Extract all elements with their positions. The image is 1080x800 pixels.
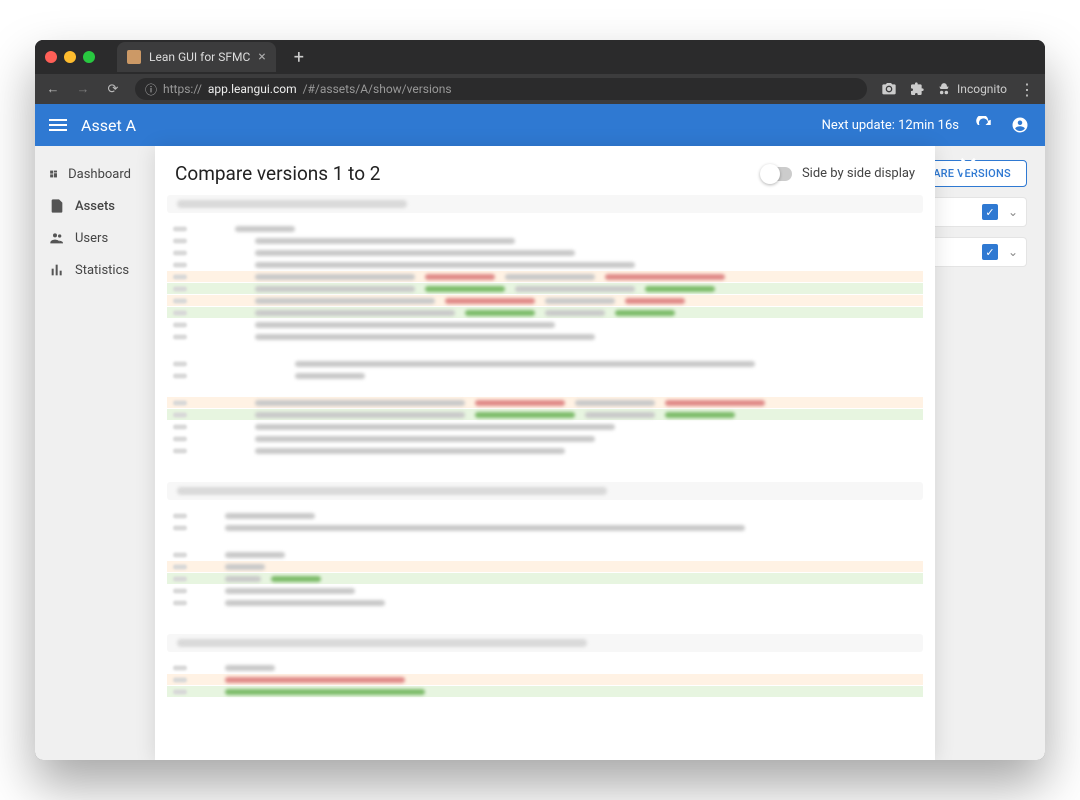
diff-lines [167,223,923,456]
account-icon[interactable] [1009,114,1031,136]
sidebar-item-assets[interactable]: Assets [35,190,145,222]
app-content: Dashboard Assets Users Statistics ARE VE… [35,146,1045,760]
browser-window: Lean GUI for SFMC × + ← → ⟳ ⓘ https:// ap… [35,40,1045,760]
diff-line [167,319,923,330]
close-icon[interactable]: ✕ [957,152,979,182]
secure-icon: ⓘ [145,81,157,98]
diff-line [167,247,923,258]
sidebar-item-users[interactable]: Users [35,222,145,254]
diff-line [167,370,923,381]
diff-line [167,235,923,246]
browser-tabstrip: Lean GUI for SFMC × + [35,40,1045,74]
address-bar[interactable]: ⓘ https:// app.leangui.com /#/assets/A/sho… [135,78,867,100]
url-scheme: https:// [163,82,202,96]
modal-header: Compare versions 1 to 2 Side by side dis… [155,146,935,195]
url-host: app.leangui.com [208,82,297,96]
diff-line [167,421,923,432]
tab-title: Lean GUI for SFMC [149,50,250,64]
diff-hunk-header [167,634,923,652]
diff-line-added [167,686,923,697]
page-title: Asset A [81,116,136,135]
diff-line [167,522,923,533]
diff-line [167,433,923,444]
diff-line [167,585,923,596]
diff-line [167,549,923,560]
diff-line [167,662,923,673]
diff-line [167,223,923,234]
diff-line-added [167,283,923,294]
browser-menu-icon[interactable]: ⋮ [1019,80,1035,99]
sidebar-item-dashboard[interactable]: Dashboard [35,158,145,190]
tab-favicon [127,50,141,64]
close-window-dot[interactable] [45,51,57,63]
refresh-button[interactable] [973,114,995,136]
toggle-label: Side by side display [802,166,915,181]
minimize-window-dot[interactable] [64,51,76,63]
diff-line-added [167,409,923,420]
chevron-down-icon[interactable]: ⌄ [1008,205,1018,219]
browser-tab[interactable]: Lean GUI for SFMC × [117,42,276,72]
diff-lines [167,510,923,608]
maximize-window-dot[interactable] [83,51,95,63]
diff-line [167,259,923,270]
diff-hunk-header [167,482,923,500]
checkbox-checked[interactable]: ✓ [982,204,998,220]
diff-line-removed [167,295,923,306]
checkbox-checked[interactable]: ✓ [982,244,998,260]
incognito-indicator[interactable]: Incognito [937,82,1007,96]
extensions-icon[interactable] [909,81,925,97]
compare-versions-modal: ✕ Compare versions 1 to 2 Side by side d… [155,146,935,760]
diff-body [155,195,935,760]
sidebar-item-statistics[interactable]: Statistics [35,254,145,286]
new-tab-button[interactable]: + [288,47,310,68]
browser-right-controls: Incognito ⋮ [881,80,1035,99]
camera-icon[interactable] [881,81,897,97]
diff-line-added [167,573,923,584]
sidebar: Dashboard Assets Users Statistics [35,146,145,760]
back-button[interactable]: ← [45,81,61,97]
url-path: /#/assets/A/show/versions [303,82,452,96]
diff-line-removed [167,561,923,572]
side-by-side-toggle[interactable]: Side by side display [762,166,915,181]
diff-hunk-header [167,195,923,213]
next-update-label: Next update: 12min 16s [822,118,959,133]
sidebar-label: Statistics [75,263,129,278]
sidebar-label: Users [75,231,108,246]
window-controls [45,51,95,63]
diff-line-added [167,307,923,318]
diff-line [167,445,923,456]
sidebar-label: Assets [75,199,115,214]
switch-off[interactable] [762,167,792,181]
diff-line [167,597,923,608]
diff-line [167,331,923,342]
chevron-down-icon[interactable]: ⌄ [1008,245,1018,259]
diff-line-removed [167,271,923,282]
diff-line [167,358,923,369]
close-tab-icon[interactable]: × [258,49,265,65]
diff-line-removed [167,397,923,408]
diff-line-removed [167,674,923,685]
forward-button[interactable]: → [75,81,91,97]
diff-line [167,510,923,521]
sidebar-label: Dashboard [68,167,131,182]
incognito-label: Incognito [957,82,1007,96]
diff-lines [167,662,923,697]
modal-title: Compare versions 1 to 2 [175,162,380,185]
menu-icon[interactable] [49,119,67,131]
app-topbar: Asset A Next update: 12min 16s [35,104,1045,146]
browser-toolbar: ← → ⟳ ⓘ https:// app.leangui.com /#/assets… [35,74,1045,104]
reload-button[interactable]: ⟳ [105,82,121,97]
